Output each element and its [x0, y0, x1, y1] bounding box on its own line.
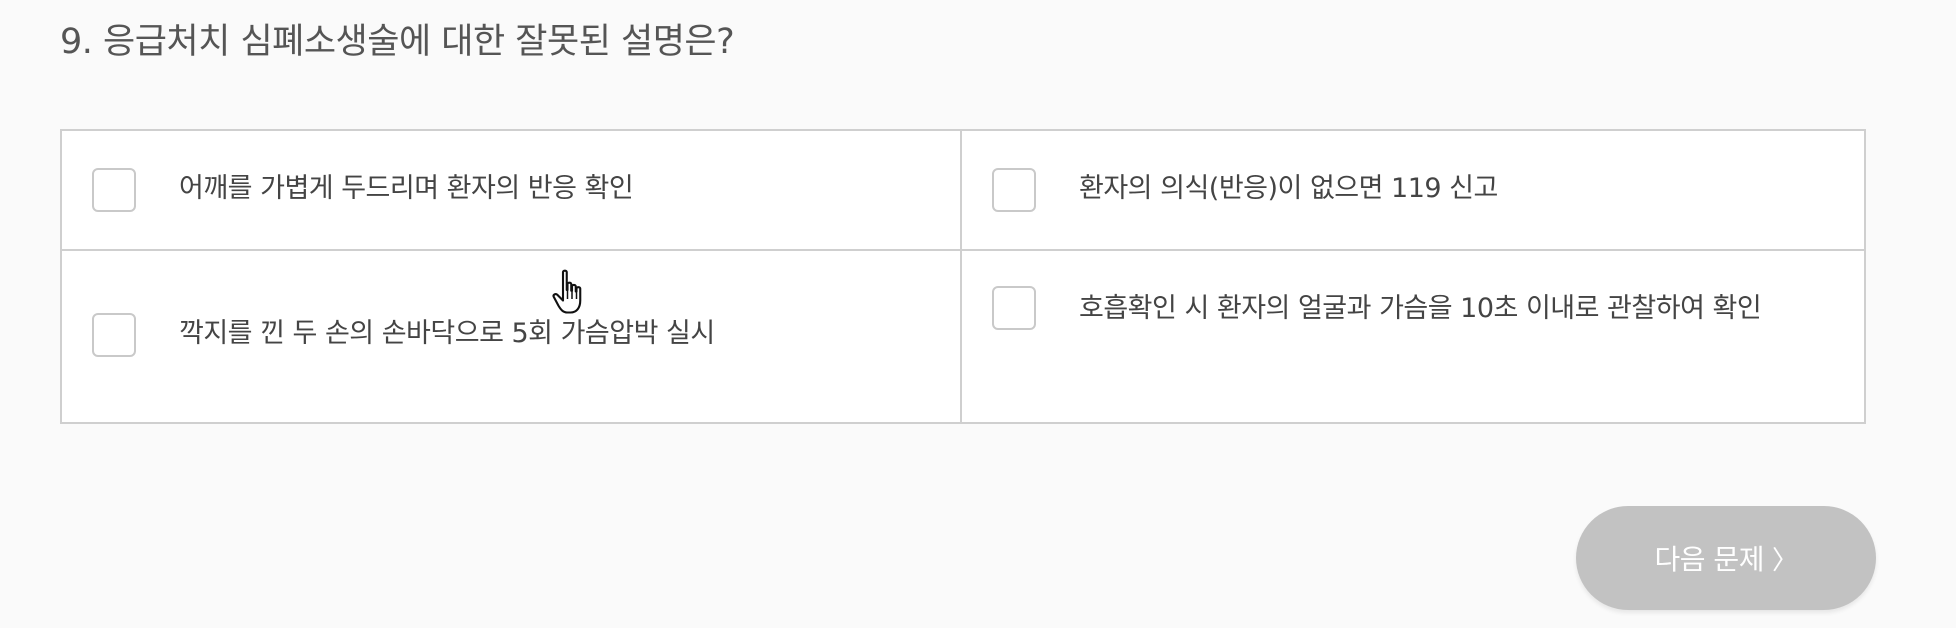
chevron-right-icon: 〉 — [1771, 545, 1798, 576]
option-4-label: 호흡확인 시 환자의 얼굴과 가슴을 10초 이내로 관찰하여 확인 — [1079, 293, 1762, 324]
options-table: 어깨를 가볍게 두드리며 환자의 반응 확인 환자의 의식(반응)이 없으면 1… — [60, 129, 1866, 424]
option-2[interactable]: 환자의 의식(반응)이 없으면 119 신고 — [962, 131, 1864, 251]
option-1-checkbox[interactable] — [92, 168, 136, 212]
option-4[interactable]: 호흡확인 시 환자의 얼굴과 가슴을 10초 이내로 관찰하여 확인 — [962, 251, 1864, 422]
option-2-checkbox[interactable] — [992, 168, 1036, 212]
option-1[interactable]: 어깨를 가볍게 두드리며 환자의 반응 확인 — [62, 131, 962, 251]
option-3-checkbox[interactable] — [92, 313, 136, 357]
next-question-label: 다음 문제 — [1654, 543, 1765, 576]
option-2-label: 환자의 의식(반응)이 없으면 119 신고 — [1079, 173, 1498, 204]
next-question-button[interactable]: 다음 문제 〉 — [1576, 506, 1876, 610]
question-title: 9. 응급처치 심폐소생술에 대한 잘못된 설명은? — [60, 22, 735, 62]
option-3[interactable]: 깍지를 낀 두 손의 손바닥으로 5회 가슴압박 실시 — [62, 251, 962, 422]
option-1-label: 어깨를 가볍게 두드리며 환자의 반응 확인 — [179, 173, 634, 204]
option-3-label: 깍지를 낀 두 손의 손바닥으로 5회 가슴압박 실시 — [179, 318, 715, 349]
